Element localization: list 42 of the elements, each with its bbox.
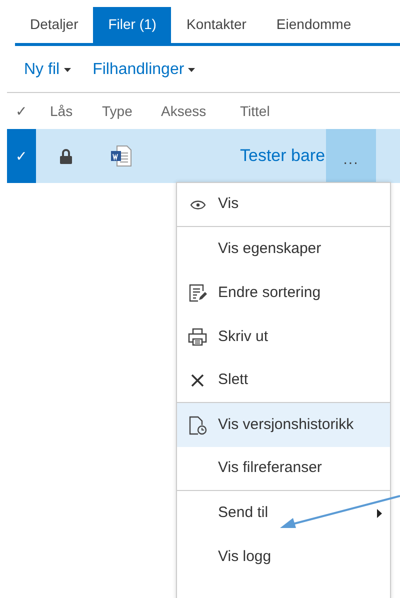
menu-item[interactable]: Slett xyxy=(177,359,390,403)
menu-item-label: Vis logg xyxy=(218,546,272,567)
caret-icon xyxy=(64,68,71,72)
tab[interactable]: Detaljer xyxy=(15,7,94,43)
menu-item-label: Vis filreferanser xyxy=(218,458,322,478)
file-title-link[interactable]: Tester bare xyxy=(230,143,326,169)
document-clock-icon xyxy=(188,416,206,434)
menu-item[interactable]: Endre sortering xyxy=(177,271,390,315)
menu-item-label: Slett xyxy=(218,370,248,390)
submenu-arrow-icon xyxy=(377,508,382,518)
column-header: ✓ xyxy=(14,102,28,120)
menu-item-label: Send til xyxy=(218,502,268,523)
table-row[interactable]: Tester bare ... xyxy=(36,129,400,183)
column-header: Aksess xyxy=(160,102,208,120)
menu-item[interactable]: Vis filreferanser xyxy=(177,447,390,491)
caret-icon xyxy=(188,68,196,72)
word-document-icon xyxy=(110,145,132,167)
tab[interactable]: Kontakter xyxy=(171,7,262,43)
row-checkbox[interactable]: ✓ xyxy=(7,129,36,183)
dropdown-button[interactable]: Filhandlinger xyxy=(92,58,196,82)
menu-item-label: Vis versjonshistorikk xyxy=(218,414,354,435)
close-icon xyxy=(191,374,204,387)
tab[interactable]: Eiendomme xyxy=(261,7,366,43)
menu-item-label: Vis egenskaper xyxy=(218,238,322,259)
menu-item-label: Vis xyxy=(218,194,239,214)
menu-item-label: Endre sortering xyxy=(218,282,321,303)
menu-item[interactable]: Vis egenskaper xyxy=(177,227,390,271)
menu-item[interactable]: Send til xyxy=(177,491,390,535)
menu-item[interactable]: Vis xyxy=(177,183,390,227)
menu-item-label: Skriv ut xyxy=(218,326,268,347)
menu-item[interactable]: Vis logg xyxy=(177,535,390,579)
edit-list-icon xyxy=(188,284,206,302)
menu-item[interactable]: Vis versjonshistorikk xyxy=(177,403,390,447)
eye-icon xyxy=(190,200,206,210)
menu-item[interactable]: Skriv ut xyxy=(177,315,390,359)
dropdown-button[interactable]: Ny fil xyxy=(24,58,71,82)
tab[interactable]: Filer (1) xyxy=(93,7,172,43)
more-button[interactable]: ... xyxy=(326,129,376,183)
column-header: Tittel xyxy=(239,102,270,120)
column-header: Type xyxy=(101,102,134,121)
column-header: Lås xyxy=(49,102,74,120)
printer-icon xyxy=(188,328,207,346)
